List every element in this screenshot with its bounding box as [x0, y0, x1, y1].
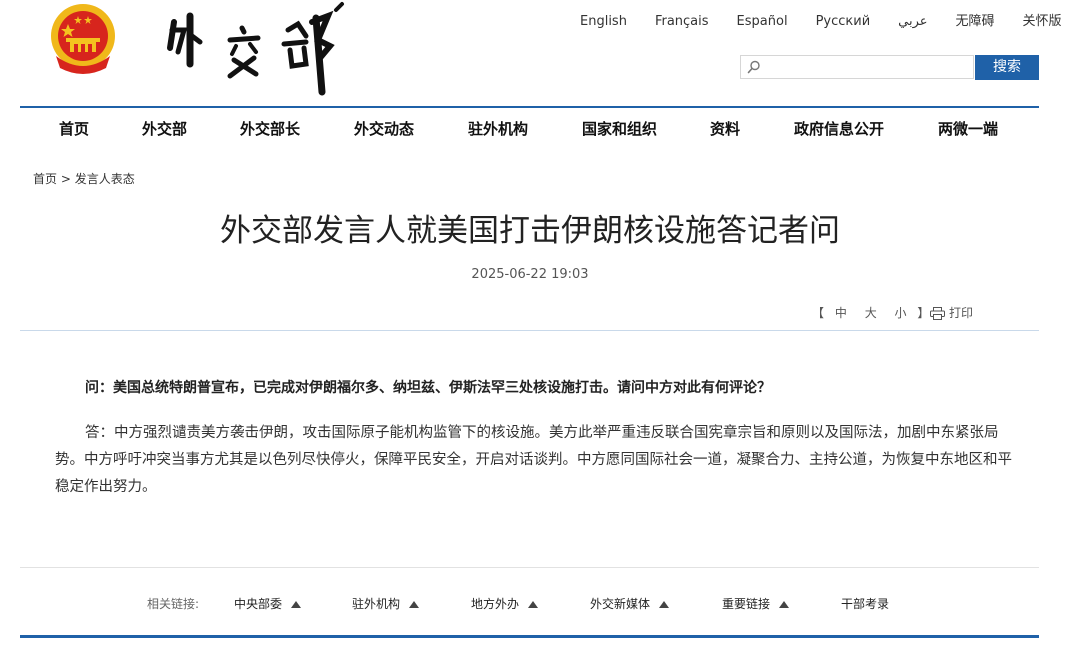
nav-item-social-media[interactable]: 两微一端: [938, 110, 998, 148]
language-spanish-link[interactable]: Español: [737, 12, 788, 32]
related-link-missions-abroad[interactable]: 驻外机构: [352, 592, 420, 616]
font-size-large-button[interactable]: 中: [835, 306, 847, 320]
related-link-label: 干部考录: [841, 597, 890, 611]
triangle-up-icon: [659, 600, 670, 608]
footer-divider: [20, 567, 1039, 568]
search-button[interactable]: 搜索: [975, 55, 1039, 80]
related-links-bar: 相关链接: 中央部委 驻外机构 地方外办 外交新媒体 重要链接 干部考录: [20, 592, 1039, 616]
triangle-up-icon: [528, 600, 539, 608]
bracket-close: 】: [917, 306, 930, 320]
breadcrumb-separator: >: [57, 172, 75, 186]
article-question: 问：美国总统特朗普宣布，已完成对伊朗福尔多、纳坦兹、伊斯法罕三处核设施打击。请问…: [85, 380, 771, 396]
language-arabic-link[interactable]: عربي: [898, 12, 927, 32]
nav-item-countries-organizations[interactable]: 国家和组织: [582, 110, 657, 148]
related-link-local-foreign-affairs[interactable]: 地方外办: [471, 592, 539, 616]
related-link-new-media[interactable]: 外交新媒体: [590, 592, 670, 616]
ministry-calligraphy-logo[interactable]: [160, 0, 360, 96]
nav-item-resources[interactable]: 资料: [710, 110, 740, 148]
title-divider: [20, 330, 1039, 331]
related-link-label: 重要链接: [722, 597, 771, 611]
related-links-label: 相关链接:: [147, 597, 200, 611]
language-french-link[interactable]: Français: [655, 12, 709, 32]
related-link-label: 地方外办: [471, 597, 520, 611]
font-size-medium-button[interactable]: 大: [865, 306, 877, 320]
accessibility-link[interactable]: 无障碍: [956, 12, 995, 32]
breadcrumb-current[interactable]: 发言人表态: [75, 172, 135, 186]
nav-item-government-info[interactable]: 政府信息公开: [794, 110, 884, 148]
triangle-up-icon: [291, 600, 302, 608]
print-label: 打印: [949, 306, 974, 320]
triangle-up-icon: [779, 600, 790, 608]
related-link-cadre-recruitment[interactable]: 干部考录: [841, 592, 889, 616]
bracket-open: 【: [812, 306, 825, 320]
search-input[interactable]: [740, 55, 974, 79]
header-divider: [20, 106, 1039, 108]
breadcrumb-home-link[interactable]: 首页: [33, 172, 57, 186]
printer-icon: [930, 306, 945, 320]
related-link-important-links[interactable]: 重要链接: [722, 592, 790, 616]
elderly-care-mode-link[interactable]: 关怀版: [1023, 12, 1062, 32]
triangle-up-icon: [409, 600, 420, 608]
nav-item-minister[interactable]: 外交部长: [240, 110, 300, 148]
nav-item-home[interactable]: 首页: [59, 110, 89, 148]
search-icon: [746, 59, 762, 75]
language-russian-link[interactable]: Русский: [816, 12, 871, 32]
national-emblem-icon: [48, 2, 118, 74]
related-link-label: 外交新媒体: [590, 597, 651, 611]
article-answer: 答：中方强烈谴责美方袭击伊朗，攻击国际原子能机构监管下的核设施。美方此举严重违反…: [55, 425, 1012, 495]
nav-item-ministry[interactable]: 外交部: [142, 110, 187, 148]
page-title: 外交部发言人就美国打击伊朗核设施答记者问: [220, 213, 840, 249]
print-button[interactable]: 打印: [930, 304, 973, 322]
publish-date: 2025-06-22 19:03: [471, 267, 589, 282]
related-link-central-ministries[interactable]: 中央部委: [234, 592, 302, 616]
related-link-label: 驻外机构: [352, 597, 401, 611]
nav-item-missions-abroad[interactable]: 驻外机构: [468, 110, 528, 148]
main-nav: 首页 外交部 外交部长 外交动态 驻外机构 国家和组织 资料 政府信息公开 两微…: [20, 110, 1039, 148]
language-english-link[interactable]: English: [580, 12, 627, 32]
related-link-label: 中央部委: [234, 597, 283, 611]
font-size-small-button[interactable]: 小: [895, 306, 907, 320]
language-bar: English Français Español Русский عربي 无障…: [580, 12, 1062, 32]
breadcrumb: 首页 > 发言人表态: [33, 170, 135, 188]
footer-bottom-bar: [20, 635, 1039, 638]
font-size-switcher: 【 中 大 小 】: [812, 304, 929, 322]
nav-item-diplomatic-news[interactable]: 外交动态: [354, 110, 414, 148]
